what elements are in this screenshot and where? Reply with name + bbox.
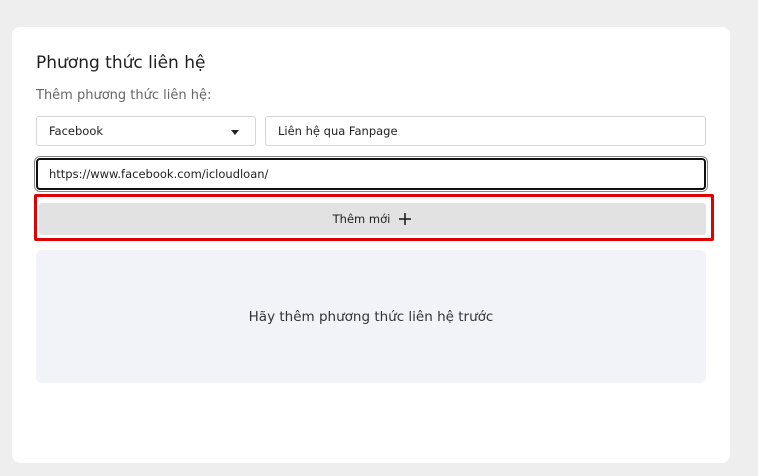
caret-down-icon — [231, 130, 239, 135]
empty-state-panel: Hãy thêm phương thức liên hệ trước — [36, 250, 706, 383]
contact-type-select[interactable]: Facebook — [36, 116, 256, 146]
plus-icon — [399, 213, 412, 225]
add-new-button[interactable]: Thêm mới — [39, 203, 706, 235]
section-title: Phương thức liên hệ — [36, 53, 206, 73]
empty-state-message: Hãy thêm phương thức liên hệ trước — [248, 308, 494, 325]
contact-label-input[interactable] — [265, 116, 706, 146]
add-new-button-label: Thêm mới — [332, 212, 391, 226]
contact-url-input[interactable] — [36, 158, 706, 190]
contact-type-selected-value: Facebook — [49, 124, 104, 138]
section-subtitle: Thêm phương thức liên hệ: — [36, 88, 212, 103]
contact-methods-card: Phương thức liên hệ Thêm phương thức liê… — [12, 27, 730, 463]
